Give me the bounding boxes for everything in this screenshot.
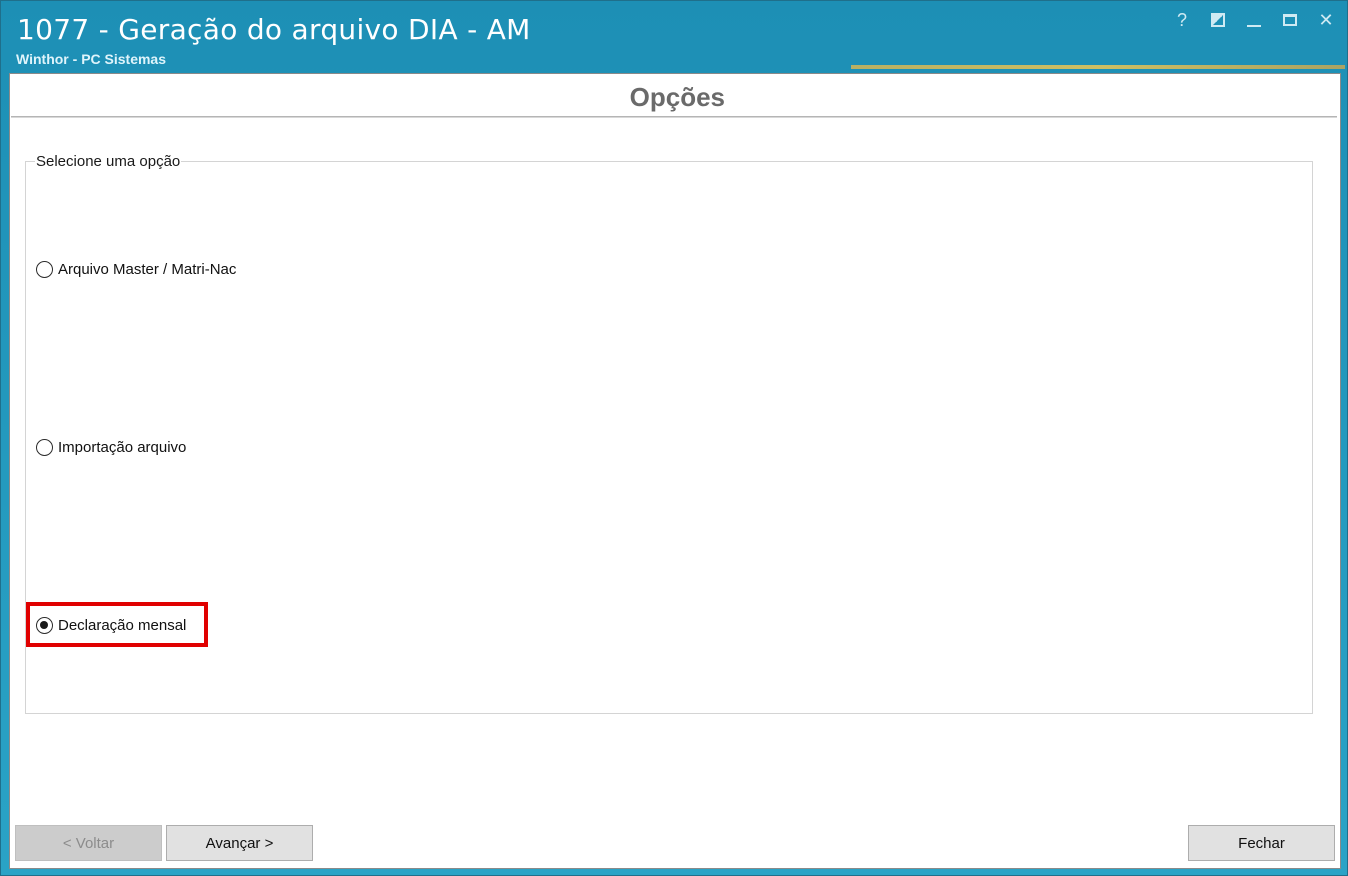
client-area: Opções Selecione uma opção Arquivo Maste…: [9, 73, 1341, 869]
radio-label: Arquivo Master / Matri-Nac: [58, 261, 237, 278]
page-header: Opções: [11, 75, 1337, 117]
app-window: 1077 - Geração do arquivo DIA - AM Winth…: [0, 0, 1348, 876]
title-bar[interactable]: 1077 - Geração do arquivo DIA - AM Winth…: [1, 1, 1347, 73]
window-title: 1077 - Geração do arquivo DIA - AM: [17, 13, 531, 46]
page-title: Opções: [629, 82, 725, 112]
options-group: Selecione uma opção Arquivo Master / Mat…: [25, 153, 1313, 714]
radio-arquivo-master[interactable]: Arquivo Master / Matri-Nac: [36, 261, 236, 278]
radio-importacao-arquivo[interactable]: Importação arquivo: [36, 439, 186, 456]
restore-icon[interactable]: [1207, 9, 1229, 31]
close-icon[interactable]: ✕: [1315, 9, 1337, 31]
radio-button-circle[interactable]: [36, 261, 53, 278]
back-button[interactable]: < Voltar: [15, 825, 162, 861]
window-controls: ? ✕: [1171, 9, 1337, 31]
next-button[interactable]: Avançar >: [166, 825, 313, 861]
close-button[interactable]: Fechar: [1188, 825, 1335, 861]
highlight-box: [26, 602, 208, 647]
minimize-icon[interactable]: [1243, 9, 1265, 31]
radio-button-circle[interactable]: [36, 439, 53, 456]
decorative-strip: [851, 65, 1345, 69]
maximize-icon[interactable]: [1279, 9, 1301, 31]
window-subtitle: Winthor - PC Sistemas: [16, 51, 167, 67]
radio-label: Importação arquivo: [58, 439, 187, 456]
help-icon[interactable]: ?: [1171, 9, 1193, 31]
options-group-legend: Selecione uma opção: [35, 153, 182, 170]
